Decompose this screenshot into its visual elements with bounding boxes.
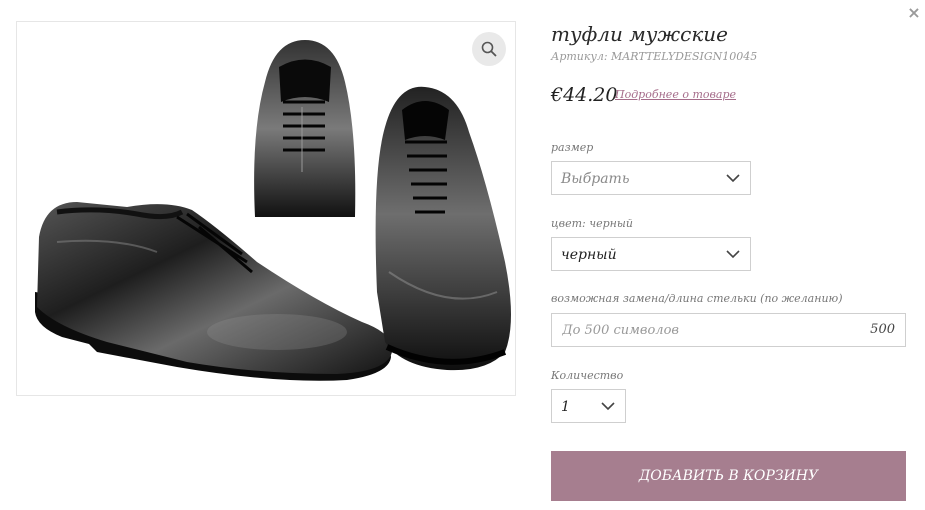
shoe-front-view [375,86,511,371]
product-price: €44.20 [551,84,618,106]
chevron-down-icon [726,174,740,183]
quantity-select-value: 1 [561,399,570,415]
quantity-select[interactable]: 1 [551,389,626,423]
size-select-value: Выбрать [561,171,630,187]
magnifier-icon [481,41,497,57]
product-sku: Артикул: MARTTELYDESIGN10045 [551,50,758,63]
shoe-side-view [35,202,393,381]
size-label: размер [551,141,594,154]
close-icon[interactable]: × [905,4,923,22]
add-to-cart-button[interactable]: ДОБАВИТЬ В КОРЗИНУ [551,451,906,501]
color-select[interactable]: черный [551,237,751,271]
color-label: цвет: черный [551,217,633,230]
insole-label: возможная замена/длина стельки (по желан… [551,292,843,305]
insole-char-counter: 500 [870,322,895,337]
quantity-label: Количество [551,369,624,382]
product-details-link[interactable]: Подробнее о товаре [615,88,736,101]
product-image[interactable] [17,22,516,396]
zoom-button[interactable] [472,32,506,66]
insole-field: 500 [551,313,906,347]
size-select[interactable]: Выбрать [551,161,751,195]
product-image-panel [16,21,516,396]
chevron-down-icon [726,250,740,259]
product-title: туфли мужские [551,22,728,46]
insole-input[interactable] [552,314,852,346]
color-select-value: черный [561,247,617,263]
chevron-down-icon [601,402,615,411]
